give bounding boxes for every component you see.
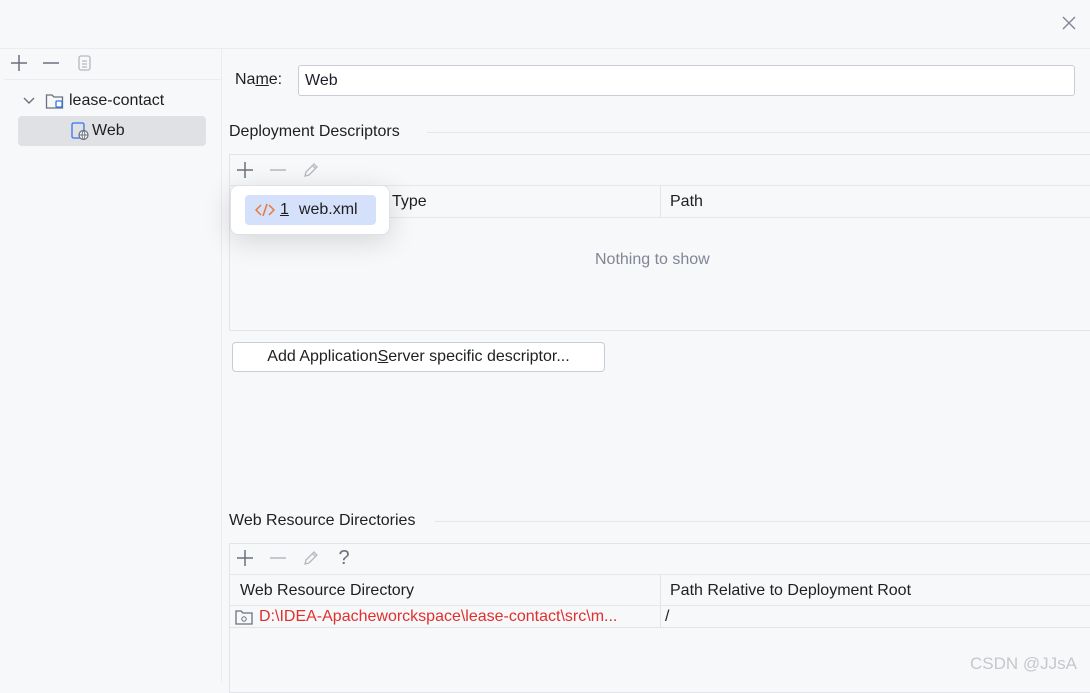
section-divider	[435, 521, 1090, 522]
add-descriptor-popup: 1 web.xml	[230, 185, 390, 235]
name-label-part: e:	[268, 71, 283, 88]
sidebar-toolbar-separator	[4, 79, 221, 80]
tree-item-label: Web	[92, 122, 125, 139]
sidebar-separator	[221, 48, 222, 682]
copy-icon[interactable]	[73, 52, 95, 74]
name-input-value: Web	[305, 71, 338, 89]
top-separator	[0, 48, 1090, 49]
module-folder-icon	[45, 92, 67, 110]
button-label-part: Add Application	[267, 348, 378, 365]
minus-icon[interactable]	[267, 159, 289, 181]
empty-state-text: Nothing to show	[595, 251, 710, 268]
popup-item-web-xml[interactable]: 1 web.xml	[245, 195, 376, 225]
deployment-descriptors-panel	[229, 154, 1090, 331]
column-header-type[interactable]: Type	[392, 193, 427, 211]
button-label-part: erver specific descriptor...	[388, 348, 570, 365]
pencil-icon[interactable]	[300, 547, 322, 569]
web-facet-icon	[70, 121, 92, 141]
plus-icon[interactable]	[234, 159, 256, 181]
add-server-descriptor-button[interactable]: Add Application Server specific descript…	[232, 342, 605, 372]
section-title-web-resource-directories: Web Resource Directories	[229, 512, 416, 529]
name-input[interactable]: Web	[298, 65, 1075, 96]
tree-item-web[interactable]: Web	[18, 116, 206, 146]
popup-item-number: 1	[280, 201, 289, 218]
tree-item-lease-contact[interactable]: lease-contact	[18, 86, 208, 116]
chevron-down-icon[interactable]	[18, 97, 40, 105]
web-folder-icon	[235, 609, 253, 625]
tree-item-label: lease-contact	[69, 92, 165, 109]
column-header-web-resource-directory[interactable]: Web Resource Directory	[240, 582, 414, 600]
minus-icon[interactable]	[267, 547, 289, 569]
xml-code-icon	[255, 203, 275, 217]
section-title-deployment-descriptors: Deployment Descriptors	[229, 123, 400, 140]
watermark: CSDN @JJsA	[970, 654, 1077, 673]
row-directory-path: D:\IDEA-Apacheworckspace\lease-contact\s…	[259, 608, 618, 625]
section-divider	[427, 132, 1090, 133]
question-icon[interactable]: ?	[333, 547, 355, 569]
column-header-path[interactable]: Path	[670, 193, 703, 211]
plus-icon[interactable]	[234, 547, 256, 569]
name-label-mnemonic: m	[255, 71, 269, 88]
column-header-relative-path[interactable]: Path Relative to Deployment Root	[670, 582, 911, 600]
popup-item-label: web.xml	[298, 201, 358, 218]
row-relative-path: /	[665, 608, 670, 625]
name-label-part: Na	[235, 71, 256, 88]
column-separator	[660, 186, 661, 217]
minus-icon[interactable]	[40, 52, 62, 74]
table-row[interactable]: D:\IDEA-Apacheworckspace\lease-contact\s…	[229, 606, 1090, 628]
close-icon[interactable]	[1058, 12, 1080, 34]
name-label: Name:	[235, 71, 282, 89]
button-label-mnemonic: S	[377, 348, 389, 365]
pencil-icon[interactable]	[300, 159, 322, 181]
plus-icon[interactable]	[8, 52, 30, 74]
